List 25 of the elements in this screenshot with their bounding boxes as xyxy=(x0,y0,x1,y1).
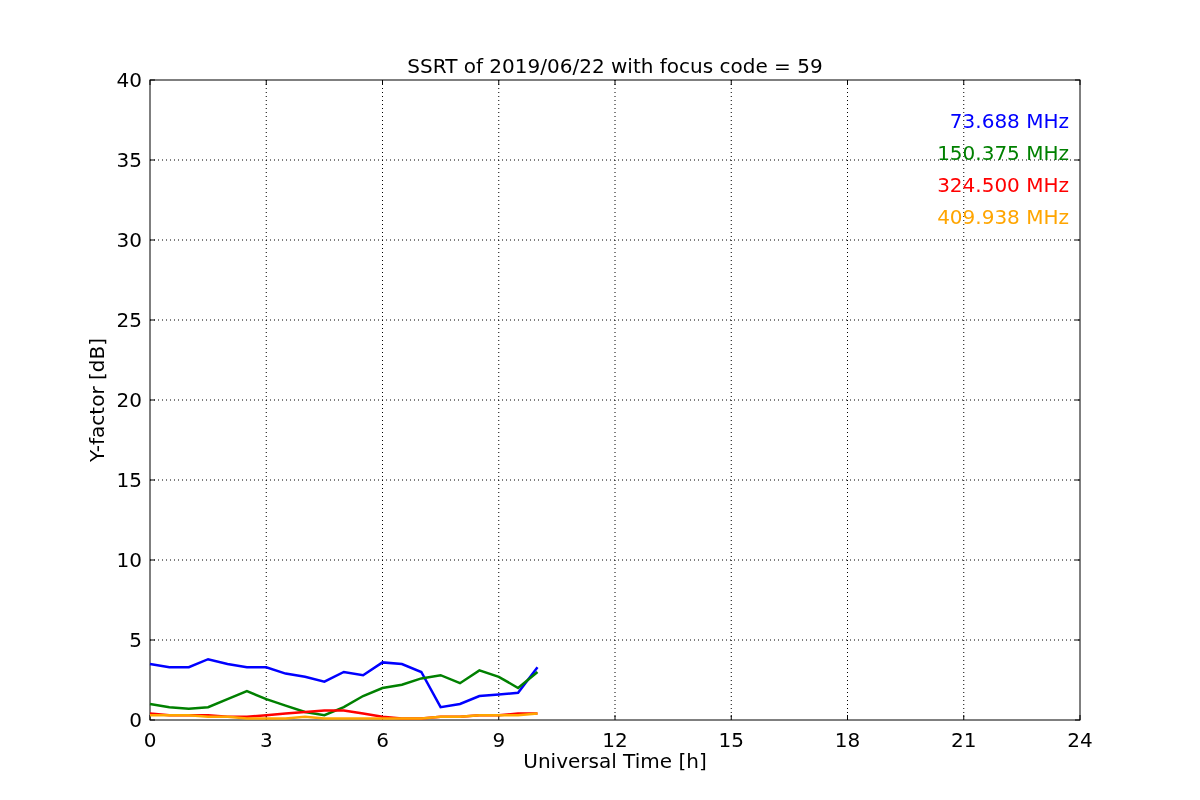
x-tick-label: 3 xyxy=(259,728,273,752)
x-axis-label: Universal Time [h] xyxy=(523,749,707,773)
y-tick-label: 40 xyxy=(116,68,142,92)
x-tick-label: 18 xyxy=(834,728,861,752)
x-tick-label: 24 xyxy=(1067,728,1093,752)
y-tick-label: 35 xyxy=(116,148,142,172)
chart-title: SSRT of 2019/06/22 with focus code = 59 xyxy=(407,54,823,78)
legend-label: 324.500 MHz xyxy=(937,173,1069,197)
legend-label: 409.938 MHz xyxy=(937,205,1069,229)
x-tick-label: 0 xyxy=(143,728,157,752)
y-axis-label: Y-factor [dB] xyxy=(85,338,109,462)
x-tick-label: 6 xyxy=(376,728,389,752)
x-tick-label: 15 xyxy=(718,728,744,752)
y-tick-label: 30 xyxy=(116,228,142,252)
y-tick-label: 20 xyxy=(116,388,142,412)
x-tick-label: 9 xyxy=(492,728,506,752)
y-tick-label: 10 xyxy=(116,548,142,572)
y-tick-label: 5 xyxy=(129,628,142,652)
x-tick-label: 21 xyxy=(951,728,977,752)
legend-label: 150.375 MHz xyxy=(937,141,1069,165)
y-tick-label: 25 xyxy=(116,308,142,332)
y-tick-label: 15 xyxy=(116,468,142,492)
y-tick-label: 0 xyxy=(129,708,142,732)
legend-label: 73.688 MHz xyxy=(949,109,1069,133)
x-tick-label: 12 xyxy=(602,728,628,752)
